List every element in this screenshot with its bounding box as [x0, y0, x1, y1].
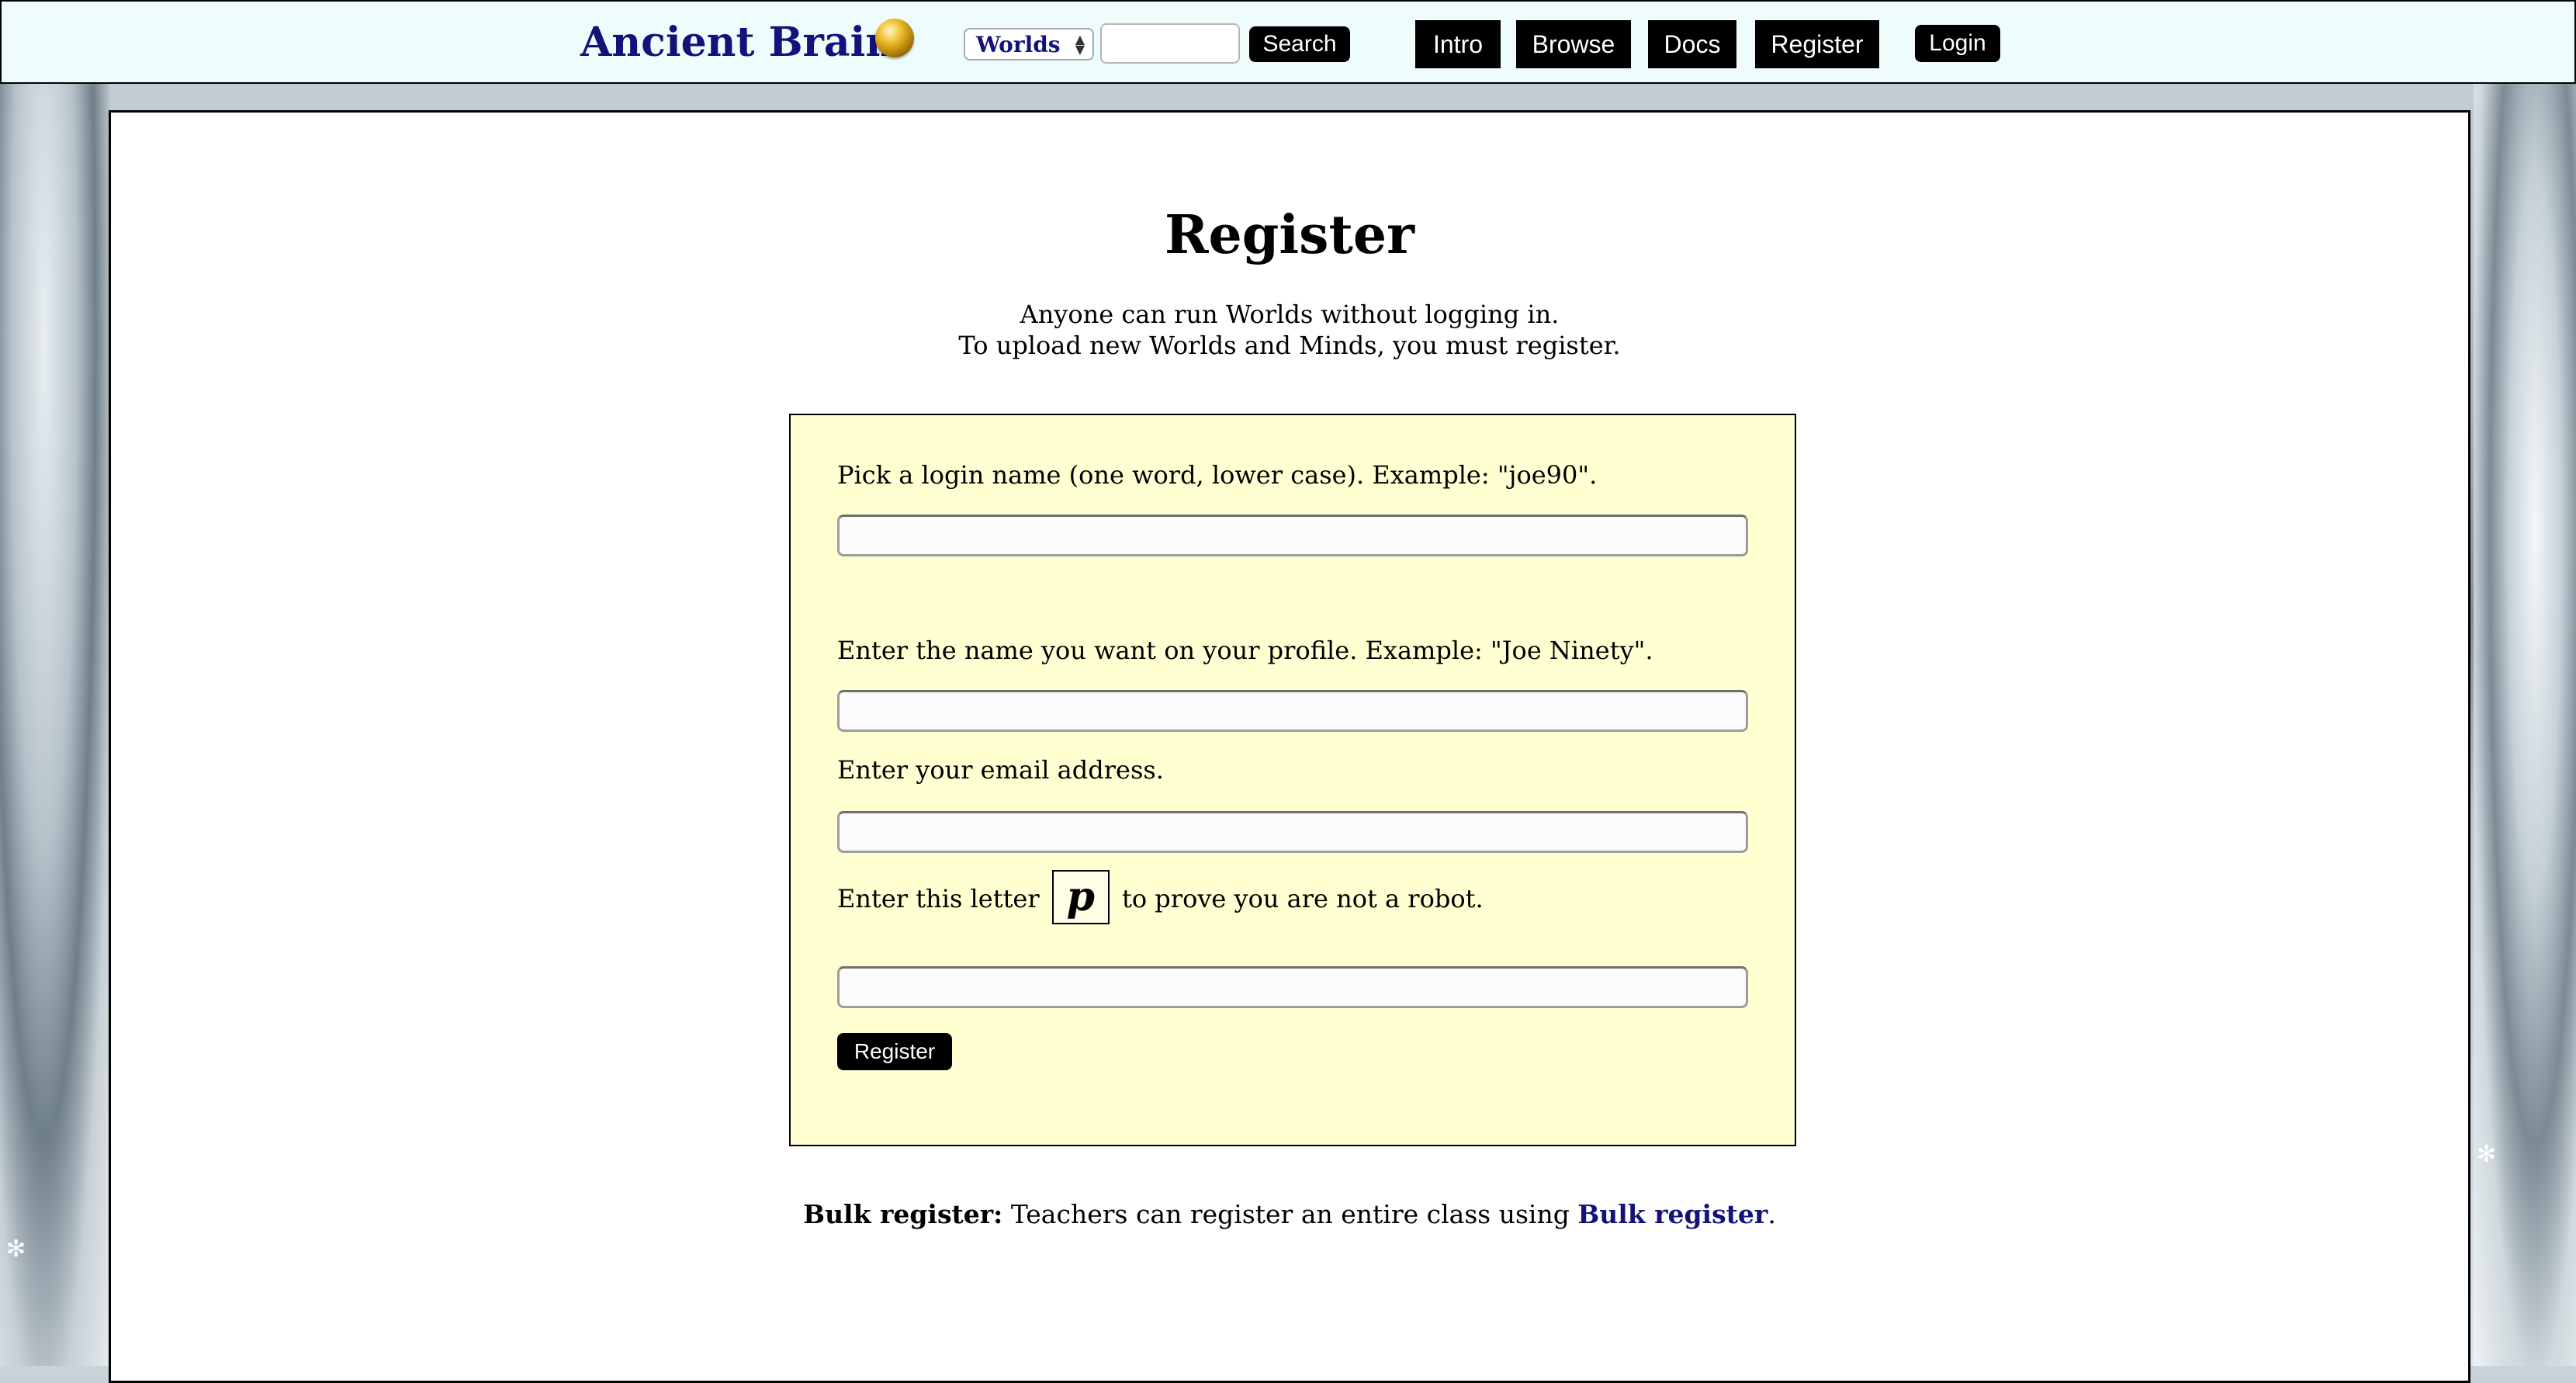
email-input[interactable] [837, 811, 1748, 853]
captcha-prefix: Enter this letter [837, 884, 1040, 913]
login-name-input[interactable] [837, 515, 1748, 556]
nav-docs[interactable]: Docs [1648, 20, 1736, 68]
intro-line-2: To upload new Worlds and Minds, you must… [958, 331, 1621, 360]
intro-line-1: Anyone can run Worlds without logging in… [1020, 300, 1560, 329]
search-input[interactable] [1100, 23, 1240, 64]
globe-icon[interactable] [875, 19, 914, 57]
background-sky-right [2474, 84, 2576, 1366]
site-logo-text[interactable]: Ancient Brain [580, 19, 895, 66]
login-button[interactable]: Login [1915, 25, 2000, 62]
register-form: Pick a login name (one word, lower case)… [789, 414, 1796, 1146]
select-arrows-icon: ▲ ▼ [1075, 32, 1085, 57]
main-panel: Register Anyone can run Worlds without l… [109, 110, 2470, 1383]
worlds-select-value: Worlds [976, 32, 1061, 57]
page-title: Register [1165, 204, 1414, 266]
captcha-input[interactable] [837, 966, 1748, 1008]
search-button[interactable]: Search [1249, 26, 1350, 62]
background-sky-left [0, 84, 110, 1366]
login-name-label: Pick a login name (one word, lower case)… [837, 460, 1598, 490]
profile-name-label: Enter the name you want on your profile.… [837, 636, 1653, 665]
email-label: Enter your email address. [837, 755, 1164, 785]
top-nav-bar: Ancient Brain Worlds ▲ ▼ Search Intro Bro… [0, 0, 2576, 84]
nav-register[interactable]: Register [1755, 20, 1879, 68]
bulk-register-heading: Bulk register: [803, 1199, 1003, 1229]
nav-browse[interactable]: Browse [1516, 20, 1631, 68]
captcha-label: Enter this letter p to prove you are not… [837, 870, 1484, 924]
snowflake-icon: ✻ [6, 1236, 26, 1263]
bulk-register-note: Bulk register: Teachers can register an … [111, 1199, 2468, 1229]
bulk-register-text: Teachers can register an entire class us… [1010, 1199, 1570, 1229]
intro-text: Anyone can run Worlds without logging in… [111, 299, 2468, 361]
bulk-register-period: . [1768, 1199, 1776, 1229]
captcha-suffix: to prove you are not a robot. [1122, 884, 1484, 913]
profile-name-input[interactable] [837, 690, 1748, 732]
nav-intro[interactable]: Intro [1415, 20, 1501, 68]
bulk-register-link[interactable]: Bulk register [1577, 1199, 1768, 1229]
snowflake-icon: ✻ [2477, 1141, 2497, 1168]
captcha-letter-image: p [1051, 870, 1110, 924]
register-submit-button[interactable]: Register [837, 1033, 952, 1070]
worlds-select[interactable]: Worlds ▲ ▼ [964, 28, 1094, 61]
